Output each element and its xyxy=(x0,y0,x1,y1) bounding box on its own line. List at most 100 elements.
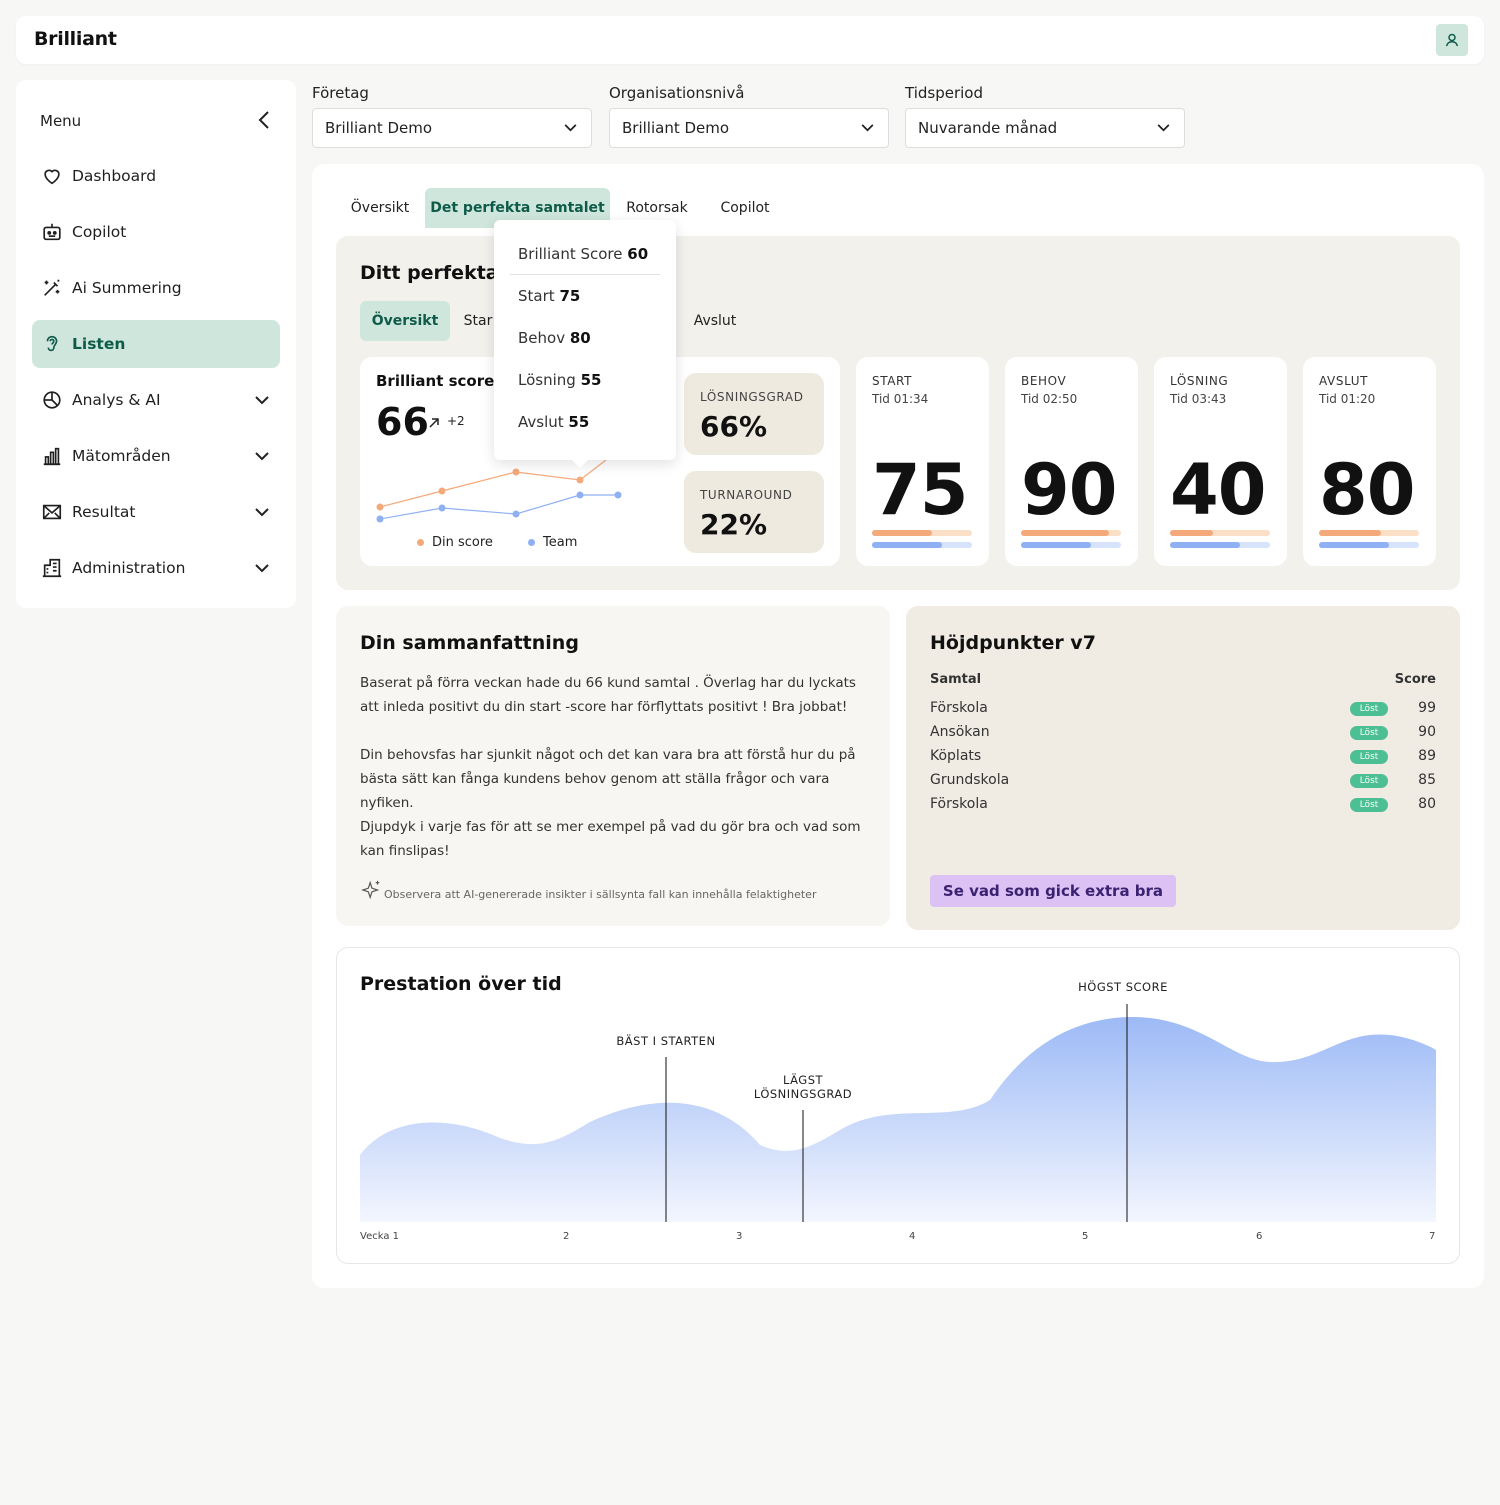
see-highlights-button[interactable]: Se vad som gick extra bra xyxy=(930,875,1176,907)
collapse-sidebar-button[interactable] xyxy=(254,108,274,132)
popover-value: 55 xyxy=(580,371,602,389)
x-tick-label: 7 xyxy=(1429,1231,1436,1242)
popover-label: Lösning xyxy=(518,371,576,389)
chevron-down-icon xyxy=(1154,119,1172,137)
x-tick-label: 5 xyxy=(1082,1231,1089,1242)
tab-oversikt[interactable]: Översikt xyxy=(340,188,420,228)
phase-label: LÖSNING xyxy=(1170,374,1229,388)
status-badge: Löst xyxy=(1350,750,1388,764)
annotation-lowest: LÄGST LÖSNINGSGRAD xyxy=(743,1073,863,1101)
subtab-oversikt[interactable]: Översikt xyxy=(360,301,450,341)
robot-icon xyxy=(40,220,64,244)
phase-you-bar-fill xyxy=(1021,530,1109,536)
x-tick-label: 4 xyxy=(909,1231,916,1242)
sidebar-item-label: Copilot xyxy=(72,223,127,241)
score-delta: +2 xyxy=(447,414,465,428)
sidebar-item-listen[interactable]: Listen xyxy=(32,320,280,368)
sidebar-item-analys-ai[interactable]: Analys & AI xyxy=(32,376,280,424)
subtab-start[interactable]: Star xyxy=(458,301,498,341)
popover-item-avslut[interactable]: Avslut 55 xyxy=(518,413,589,431)
chevron-down-icon xyxy=(252,558,272,578)
highlight-row-name[interactable]: Grundskola xyxy=(930,772,1009,788)
sidebar: Menu Dashboard Copilot Ai Summering List… xyxy=(16,80,296,608)
sidebar-item-copilot[interactable]: Copilot xyxy=(32,208,280,256)
stat-turnaround-label: TURNAROUND xyxy=(700,488,793,502)
sidebar-item-label: Dashboard xyxy=(72,167,157,185)
top-bar: Brilliant xyxy=(16,16,1484,64)
x-tick-label: 6 xyxy=(1256,1231,1263,1242)
x-tick-label: 3 xyxy=(736,1231,743,1242)
legend-team: Team xyxy=(543,535,578,550)
subtab-avslut[interactable]: Avslut xyxy=(682,301,748,341)
status-badge: Löst xyxy=(1350,726,1388,740)
highlight-row-name[interactable]: Förskola xyxy=(930,700,988,716)
summary-text: Baserat på förra veckan hade du 66 kund … xyxy=(360,671,880,863)
org-select[interactable]: Brilliant Demo xyxy=(609,108,889,148)
stat-losningsgrad-value: 66% xyxy=(700,410,768,443)
sidebar-item-matomraden[interactable]: Mätområden xyxy=(32,432,280,480)
sidebar-item-resultat[interactable]: Resultat xyxy=(32,488,280,536)
highlight-row-name[interactable]: Köplats xyxy=(930,748,981,764)
performance-area-chart xyxy=(360,1004,1436,1222)
phase-you-bar-track xyxy=(1021,530,1121,536)
popover-item-behov[interactable]: Behov 80 xyxy=(518,329,591,347)
menu-title: Menu xyxy=(40,112,82,130)
phase-team-bar-fill xyxy=(1170,542,1240,548)
sidebar-item-dashboard[interactable]: Dashboard xyxy=(32,152,280,200)
perfect-call-title: Ditt perfekta xyxy=(360,262,499,284)
annotation-lowest-line1: LÄGST xyxy=(782,1073,824,1087)
point-team-1 xyxy=(376,515,384,523)
phase-team-bar-track xyxy=(1021,542,1121,548)
highlight-row-score: 99 xyxy=(1418,700,1436,716)
highlight-row-name[interactable]: Ansökan xyxy=(930,724,990,740)
summary-line: Baserat på förra veckan hade du 66 kund … xyxy=(360,675,856,691)
popover-label: Behov xyxy=(518,329,566,347)
phase-you-bar-fill xyxy=(872,530,932,536)
sidebar-item-label: Analys & AI xyxy=(72,391,161,409)
tab-copilot[interactable]: Copilot xyxy=(708,188,782,228)
phase-team-bar-track xyxy=(872,542,972,548)
legend-dot-team xyxy=(528,539,535,546)
popover-value: 75 xyxy=(559,287,581,305)
company-select[interactable]: Brilliant Demo xyxy=(312,108,592,148)
sidebar-item-label: Administration xyxy=(72,559,186,577)
sidebar-item-ai-summering[interactable]: Ai Summering xyxy=(32,264,280,312)
phase-team-bar-fill xyxy=(1319,542,1389,548)
chevron-down-icon xyxy=(561,119,579,137)
x-tick-label: Vecka 1 xyxy=(360,1231,399,1242)
chevron-left-icon xyxy=(258,111,269,129)
popover-item-losning[interactable]: Lösning 55 xyxy=(518,371,601,389)
org-select-value: Brilliant Demo xyxy=(622,119,730,137)
point-team-3 xyxy=(512,510,520,518)
phase-you-bar-track xyxy=(1319,530,1419,536)
legend-din-score: Din score xyxy=(432,535,493,550)
summary-line: nyfiken. xyxy=(360,795,414,811)
bar-chart-icon xyxy=(40,444,64,468)
col-header-samtal: Samtal xyxy=(930,672,982,687)
chevron-down-icon xyxy=(858,119,876,137)
point-you-2 xyxy=(438,487,446,495)
popover-arrow xyxy=(570,458,590,468)
highlight-row-name[interactable]: Förskola xyxy=(930,796,988,812)
popover-value: 60 xyxy=(627,245,649,263)
popover-item-brilliant-score[interactable]: Brilliant Score 60 xyxy=(518,245,648,263)
highlight-row-score: 90 xyxy=(1418,724,1436,740)
company-select-value: Brilliant Demo xyxy=(325,119,433,137)
performance-area xyxy=(360,1016,1436,1222)
sidebar-item-administration[interactable]: Administration xyxy=(32,544,280,592)
phase-team-bar-fill xyxy=(1021,542,1091,548)
magic-wand-icon xyxy=(40,276,64,300)
pie-chart-icon xyxy=(40,388,64,412)
status-badge: Löst xyxy=(1350,774,1388,788)
popover-item-start[interactable]: Start 75 xyxy=(518,287,580,305)
chevron-down-icon xyxy=(252,446,272,466)
stat-losningsgrad-label: LÖSNINGSGRAD xyxy=(700,390,804,404)
period-select-value: Nuvarande månad xyxy=(918,119,1058,137)
summary-line: bästa sätt kan fånga kundens behov genom… xyxy=(360,771,830,787)
popover-value: 55 xyxy=(568,413,590,431)
brand-logo[interactable]: Brilliant xyxy=(34,28,117,50)
highlight-row-score: 85 xyxy=(1418,772,1436,788)
point-team-5 xyxy=(614,491,622,499)
user-profile-button[interactable] xyxy=(1436,24,1468,56)
period-select[interactable]: Nuvarande månad xyxy=(905,108,1185,148)
